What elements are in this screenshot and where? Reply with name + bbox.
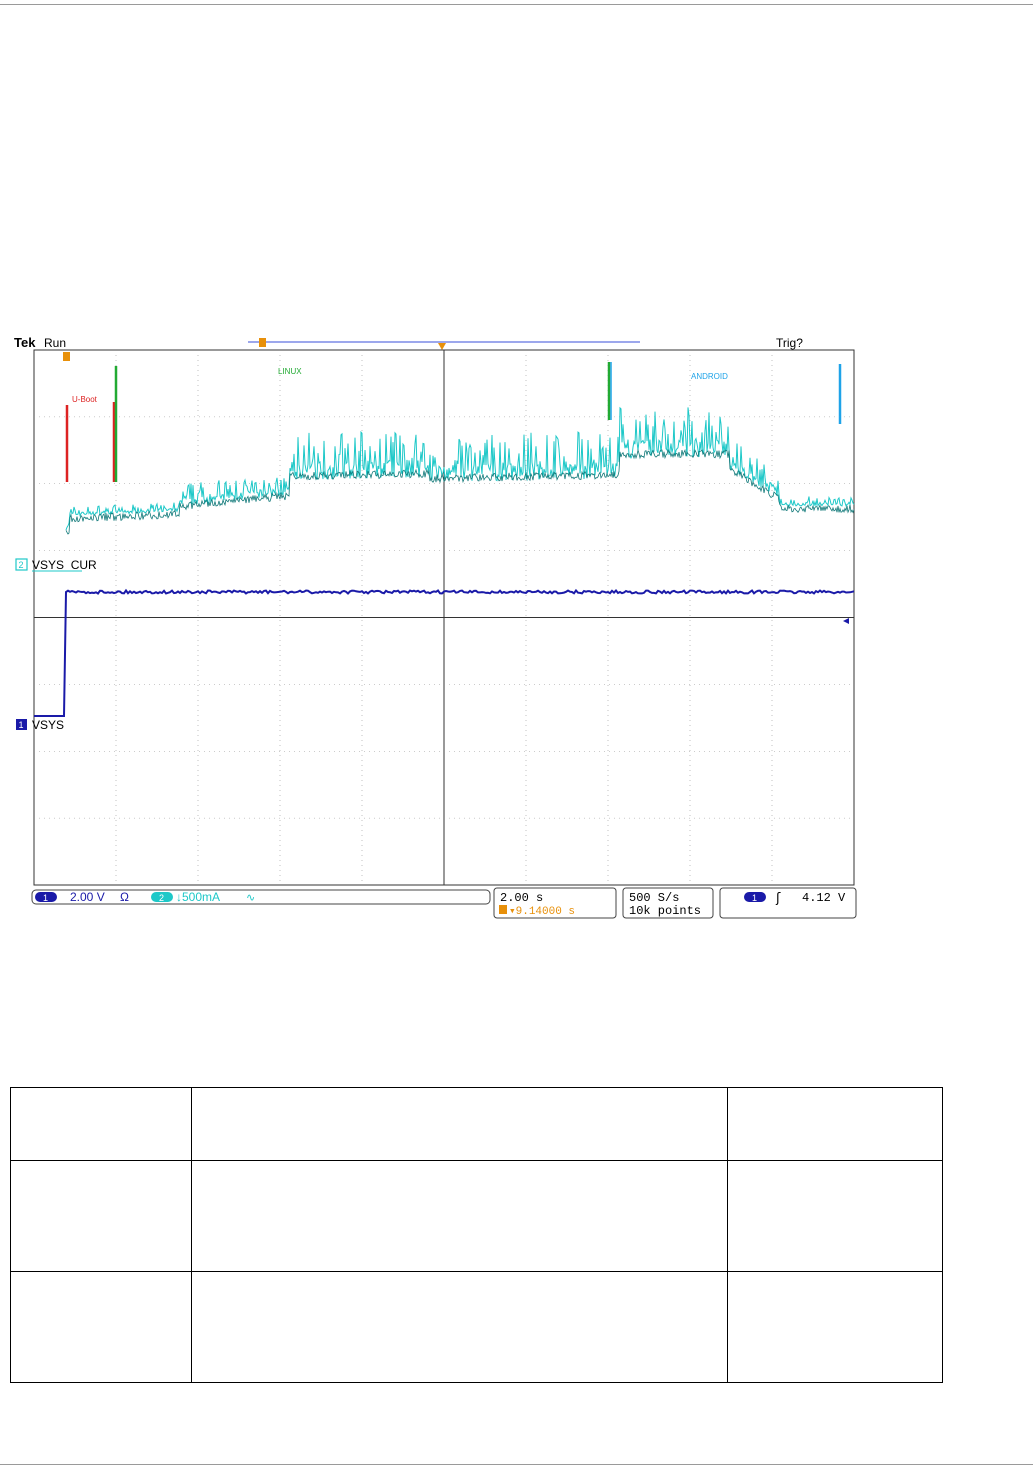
trigger-position: ▾9.14000 s — [509, 906, 575, 918]
table-cell — [10, 1160, 192, 1272]
ch1-coupling: Ω — [120, 890, 129, 904]
ch2-ground-id: 2 — [19, 560, 24, 570]
table-row — [10, 1271, 943, 1383]
uboot-label: U-Boot — [72, 395, 98, 404]
scope-display: Tek Run Trig? U-Boot LINUX ANDROID 2 VSY… — [10, 330, 860, 920]
table-header-cell — [10, 1087, 192, 1161]
ch1-badge-number: 1 — [43, 893, 48, 903]
top-rule — [0, 4, 1033, 5]
document-table — [10, 1087, 943, 1383]
table-header-cell — [727, 1087, 943, 1161]
trigger-level: 4.12 V — [802, 891, 846, 905]
timebase: 2.00 s — [500, 891, 543, 905]
trigger-position-icon — [259, 338, 266, 347]
ch1-ground-id: 1 — [19, 720, 24, 730]
ch2-coupling: ∿ — [246, 892, 255, 904]
linux-label: LINUX — [278, 367, 302, 376]
bottom-rule — [0, 1464, 1033, 1465]
trigger-state: Trig? — [776, 336, 803, 350]
table-header-cell — [191, 1087, 728, 1161]
table-cell — [727, 1160, 943, 1272]
table-header-row — [10, 1087, 943, 1161]
table-cell — [191, 1271, 728, 1383]
table-cell — [191, 1160, 728, 1272]
run-state: Run — [44, 336, 66, 350]
oscilloscope-screenshot: Tek Run Trig? U-Boot LINUX ANDROID 2 VSY… — [10, 330, 860, 920]
trigger-source-number: 1 — [752, 893, 757, 903]
trigger-slope-icon: ʃ — [775, 891, 781, 906]
ch2-name-label: VSYS_CUR — [32, 558, 97, 572]
ch2-scale: ↓500mA — [176, 890, 220, 904]
table-cell — [727, 1271, 943, 1383]
android-label: ANDROID — [691, 372, 728, 381]
record-length: 10k points — [629, 904, 701, 918]
sample-rate: 500 S/s — [629, 891, 679, 905]
trigger-marker-icon — [63, 352, 70, 361]
table-row — [10, 1160, 943, 1272]
trigger-time-icon — [499, 905, 507, 914]
ch2-badge-number: 2 — [159, 893, 164, 903]
brand-label: Tek — [14, 335, 36, 350]
table-cell — [10, 1271, 192, 1383]
ch1-scale: 2.00 V — [70, 890, 105, 904]
ch1-name-label: VSYS — [32, 718, 64, 732]
